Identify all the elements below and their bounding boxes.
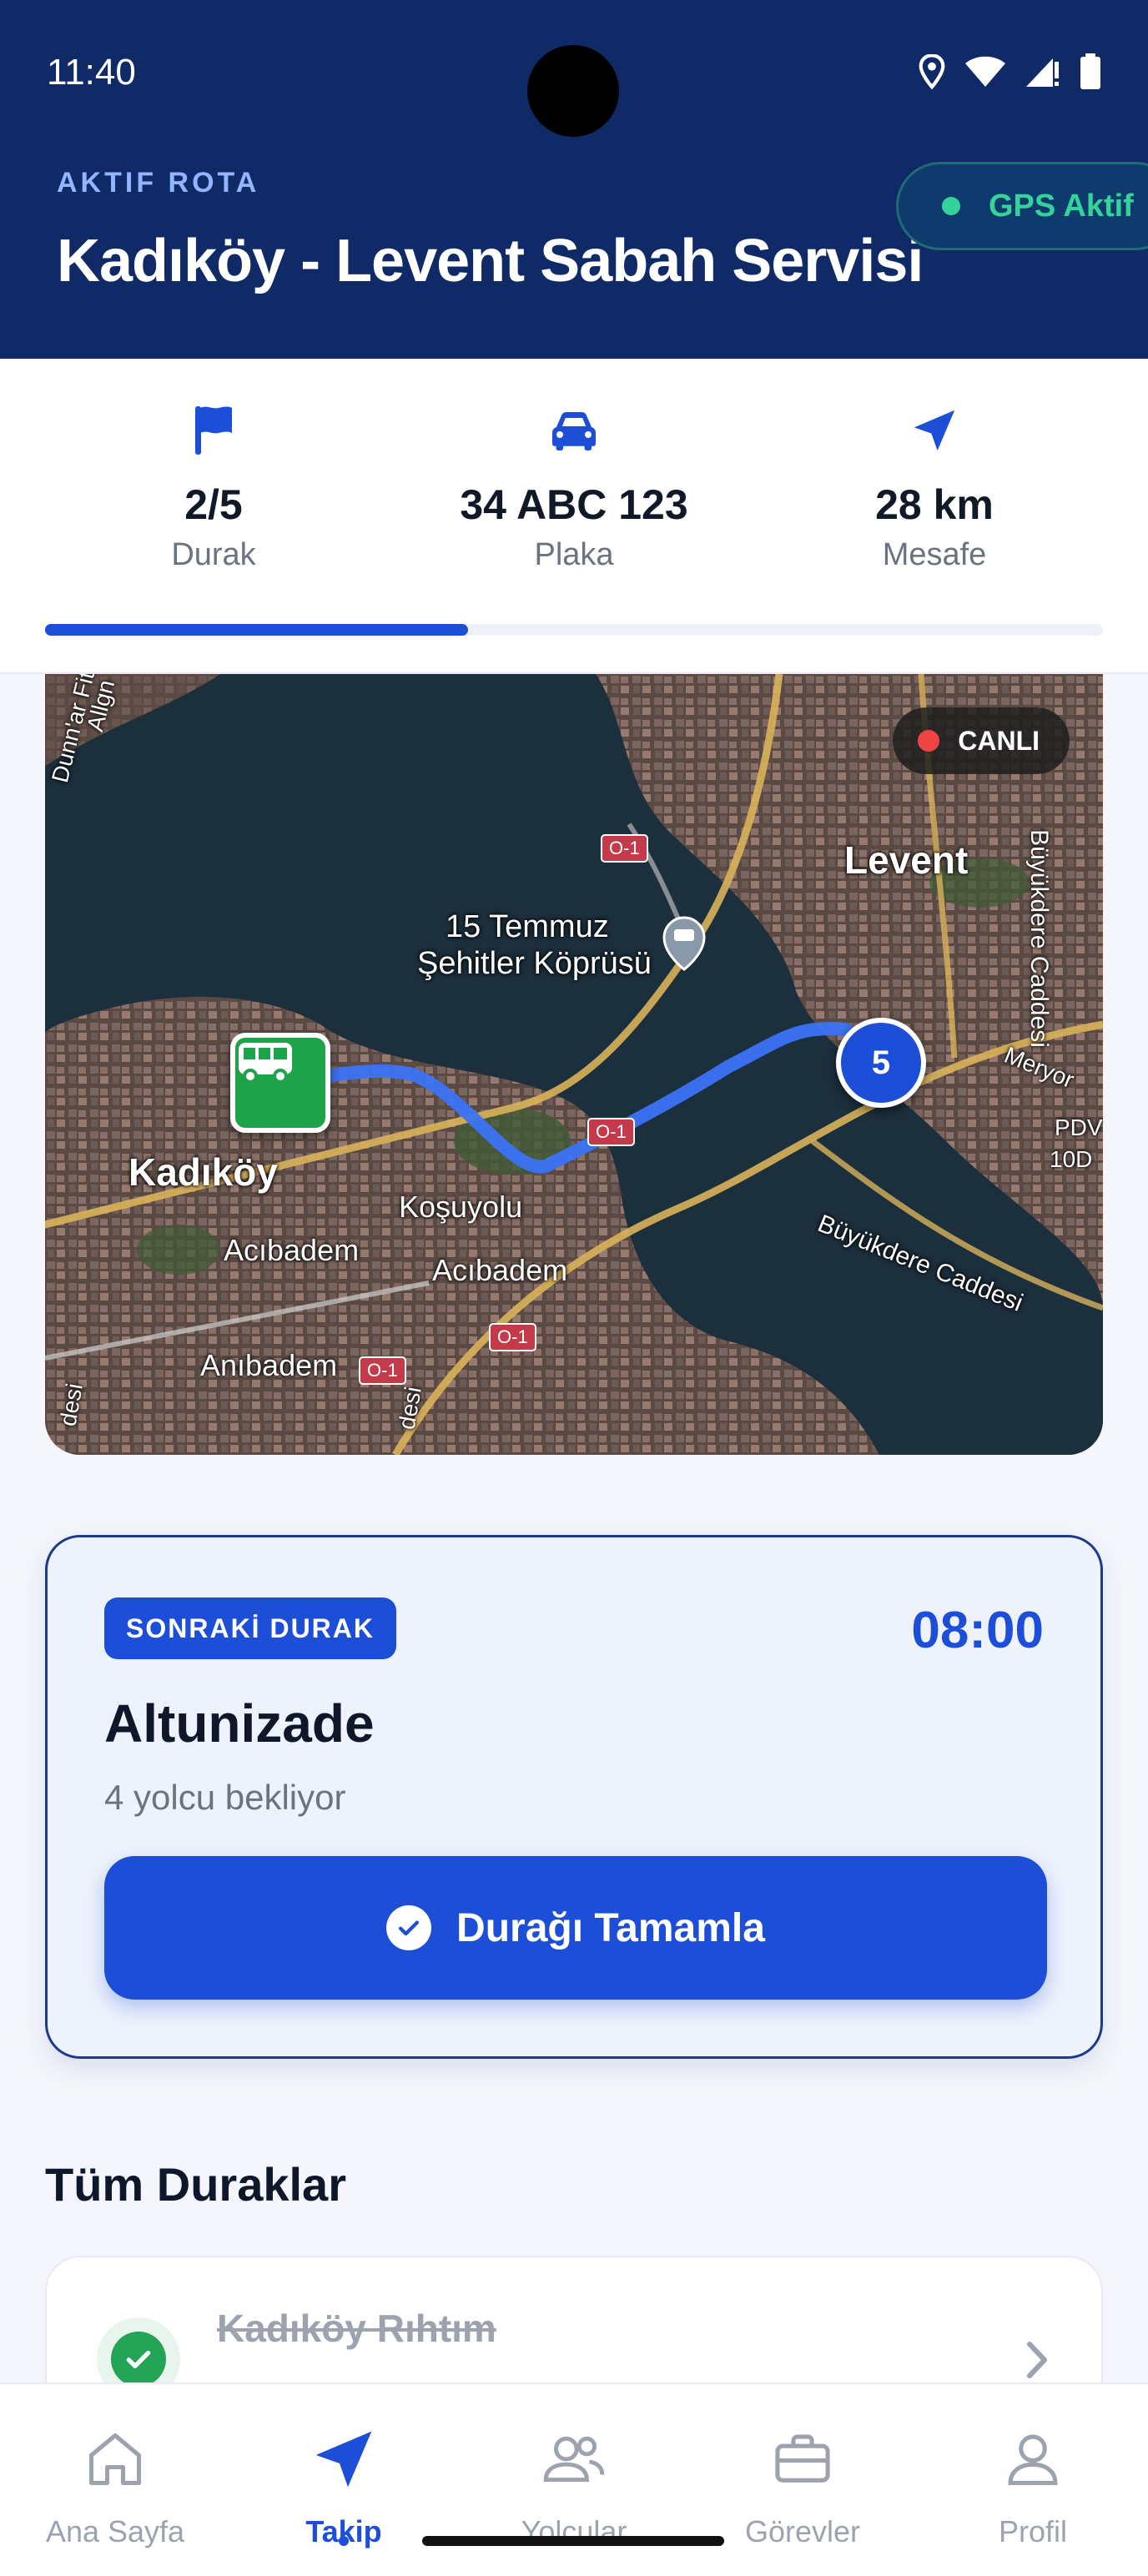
road-tag: O-1 [359, 1356, 406, 1385]
bus-marker[interactable] [230, 1033, 330, 1133]
navigation-arrow-icon [784, 404, 1085, 457]
nav-item-tasks[interactable]: Görevler [702, 2426, 903, 2549]
map-label-levent: Levent [844, 838, 969, 882]
route-progress-fill [45, 624, 469, 636]
nav-item-tracking[interactable]: Takip [244, 2426, 444, 2549]
route-progress-bar [45, 624, 1103, 636]
stop-marker[interactable]: 5 [836, 1018, 926, 1108]
stat-stops-label: Durak [171, 537, 256, 572]
map-label-buyukdere-vertical: Büyükdere Caddesi [1025, 829, 1053, 1048]
road-tag: O-1 [601, 834, 648, 863]
briefcase-icon [702, 2426, 903, 2493]
navigation-icon [244, 2426, 444, 2493]
map-label-kosuyolu: Koşuyolu [399, 1190, 523, 1224]
nav-item-profile[interactable]: Profil [933, 2426, 1133, 2549]
road-tag: O-1 [489, 1323, 536, 1351]
next-stop-card: SONRAKİ DURAK 08:00 Altunizade 4 yolcu b… [45, 1535, 1103, 2059]
status-bar-time: 11:40 [47, 52, 136, 93]
car-icon [424, 404, 724, 457]
header: 11:40 AKTIF ROTA Kadıköy - Levent Sabah … [0, 0, 1148, 359]
bottom-navigation: Ana Sayfa Takip Yolcular Görevler Profil [0, 2382, 1148, 2576]
nav-item-home[interactable]: Ana Sayfa [15, 2426, 215, 2549]
next-stop-name: Altunizade [104, 1693, 375, 1753]
map-label-bridge-1: 15 Temmuz [446, 909, 609, 944]
map-label-10d: 10D [1050, 1146, 1093, 1172]
live-label: CANLI [958, 725, 1040, 756]
stat-distance-label: Mesafe [882, 537, 987, 572]
complete-stop-label: Durağı Tamamla [456, 1905, 765, 1950]
nav-label-tasks: Görevler [744, 2514, 861, 2548]
battery-icon [1080, 53, 1101, 90]
nav-label-home: Ana Sayfa [45, 2514, 185, 2548]
check-circle-icon [386, 1905, 432, 1950]
road-tag: O-1 [587, 1118, 635, 1146]
map-label-acibadem-1: Acıbadem [224, 1233, 360, 1267]
next-stop-passengers: 4 yolcu bekliyor [104, 1778, 346, 1817]
active-indicator-dot [339, 2536, 349, 2546]
map-label-pdv: PDV [1055, 1114, 1103, 1140]
stat-stops: 2/5 Durak [63, 404, 364, 573]
gps-dot-icon [942, 197, 960, 215]
stat-plate-label: Plaka [534, 537, 614, 572]
stop-name: Kadıköy Rıhtım [217, 2307, 496, 2350]
status-bar-icons [918, 53, 1101, 90]
nav-label-profile: Profil [998, 2514, 1068, 2548]
next-stop-time: 08:00 [911, 1602, 1044, 1659]
stat-distance-value: 28 km [875, 481, 994, 528]
stat-stops-value: 2/5 [184, 481, 243, 528]
users-icon [474, 2426, 674, 2493]
complete-stop-button[interactable]: Durağı Tamamla [104, 1856, 1047, 2000]
stat-plate-value: 34 ABC 123 [460, 481, 688, 528]
stat-plate: 34 ABC 123 Plaka [424, 404, 724, 573]
user-icon [933, 2426, 1133, 2493]
wifi-icon [964, 55, 1006, 88]
home-icon [15, 2426, 215, 2493]
route-title: Kadıköy - Levent Sabah Servisi [57, 228, 924, 294]
chevron-right-icon [1025, 2341, 1050, 2383]
stat-distance: 28 km Mesafe [784, 404, 1085, 573]
gps-status-label: GPS Aktif [989, 188, 1134, 224]
map-label-acibadem-2: Acıbadem [432, 1253, 568, 1287]
nav-item-passengers[interactable]: Yolcular [474, 2426, 674, 2549]
all-stops-title: Tüm Duraklar [45, 2158, 346, 2211]
flag-icon [63, 404, 364, 457]
map-background [45, 674, 1103, 1455]
map-label-bridge-2: Şehitler Köprüsü [417, 946, 652, 981]
gps-status-pill[interactable]: GPS Aktif [896, 162, 1148, 250]
live-dot-icon [918, 730, 940, 752]
camera-cutout [527, 45, 619, 137]
route-eyebrow: AKTIF ROTA [57, 167, 260, 199]
home-indicator[interactable] [422, 2536, 724, 2546]
next-stop-badge: SONRAKİ DURAK [104, 1597, 396, 1659]
signal-icon [1025, 55, 1061, 88]
live-badge: CANLI [893, 707, 1070, 774]
location-icon [918, 54, 946, 89]
map-label-kadikoy: Kadıköy [128, 1150, 278, 1194]
route-stats: 2/5 Durak 34 ABC 123 Plaka 28 km Mesafe [0, 359, 1148, 674]
route-map[interactable]: CANLI Levent 15 Temmuz Şehitler Köprüsü … [45, 674, 1103, 1455]
map-label-anibadem: Anıbadem [200, 1348, 338, 1382]
